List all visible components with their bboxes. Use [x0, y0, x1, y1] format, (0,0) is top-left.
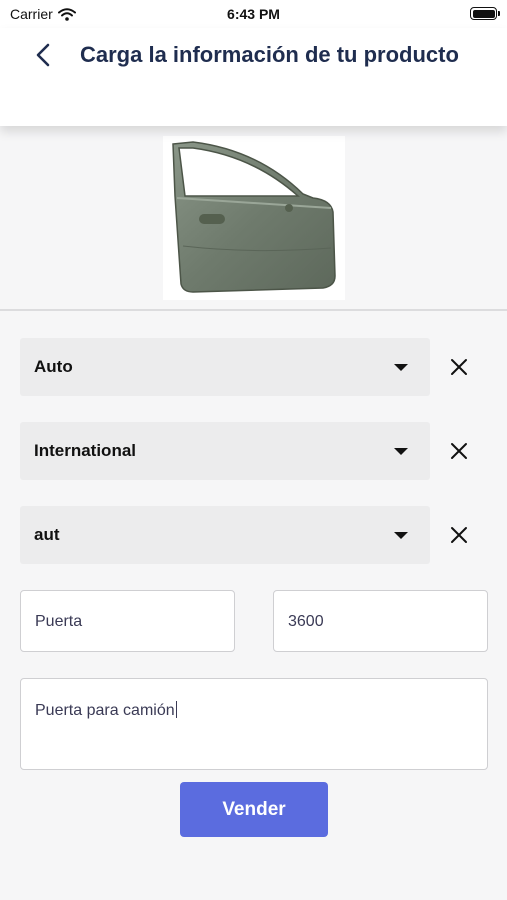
navigation-bar: Carga la información de tu producto [0, 28, 507, 126]
caret-down-icon [394, 448, 408, 455]
chevron-left-icon [36, 43, 50, 67]
product-image-area [0, 126, 507, 310]
price-field[interactable]: 3600 [273, 590, 488, 652]
back-button[interactable] [28, 40, 58, 70]
clear-brand-button[interactable] [444, 436, 474, 466]
close-icon [451, 359, 467, 375]
description-field[interactable]: Puerta para camión [20, 678, 488, 770]
close-icon [451, 527, 467, 543]
description-text: Puerta para camión [35, 701, 177, 720]
brand-select-value: International [34, 441, 137, 460]
page-title: Carga la información de tu producto [80, 42, 459, 67]
sell-button[interactable]: Vender [180, 782, 328, 837]
brand-select[interactable]: International [20, 422, 430, 480]
price-value: 3600 [288, 613, 324, 630]
caret-down-icon [394, 364, 408, 371]
product-name-value: Puerta [35, 613, 83, 630]
caret-down-icon [394, 532, 408, 539]
product-name-field[interactable]: Puerta [20, 590, 235, 652]
status-time: 6:43 PM [227, 6, 280, 22]
description-value: Puerta para camión [35, 702, 175, 719]
battery-icon [470, 7, 500, 20]
category-select-value: Auto [34, 357, 73, 376]
product-image [163, 136, 345, 300]
clear-model-button[interactable] [444, 520, 474, 550]
section-divider [0, 309, 507, 311]
close-icon [451, 443, 467, 459]
model-select[interactable]: aut [20, 506, 430, 564]
clear-category-button[interactable] [444, 352, 474, 382]
model-select-value: aut [34, 525, 60, 544]
status-bar: Carrier 6:43 PM [0, 0, 507, 28]
category-select[interactable]: Auto [20, 338, 430, 396]
car-door-image [172, 141, 336, 293]
text-cursor [175, 701, 177, 718]
